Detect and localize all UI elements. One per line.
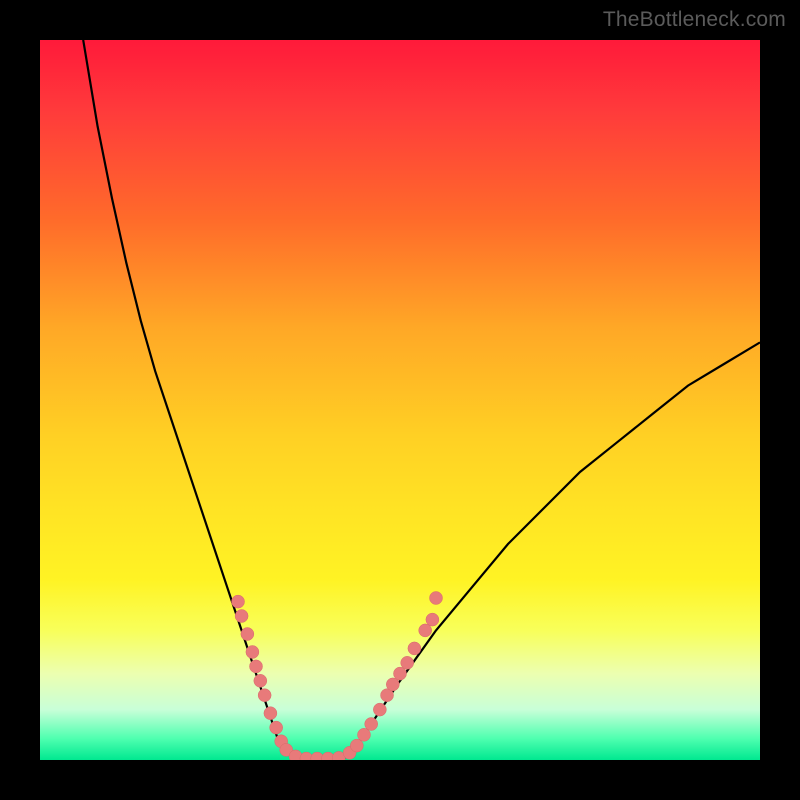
data-point <box>241 628 254 641</box>
data-point <box>254 674 267 687</box>
data-point <box>430 592 443 605</box>
data-point <box>264 707 277 720</box>
data-point <box>246 646 259 659</box>
data-point <box>358 728 371 741</box>
data-point <box>270 721 283 734</box>
chart-container: TheBottleneck.com <box>0 0 800 800</box>
data-point <box>258 689 271 702</box>
data-point <box>419 624 432 637</box>
data-point <box>394 667 407 680</box>
data-point <box>386 678 399 691</box>
data-point <box>232 595 245 608</box>
data-point <box>373 703 386 716</box>
chart-svg <box>40 40 760 760</box>
data-point <box>401 656 414 669</box>
data-point <box>250 660 263 673</box>
plot-area <box>40 40 760 760</box>
scatter-dots <box>232 592 443 761</box>
bottleneck-curve <box>83 40 760 760</box>
data-point <box>408 642 421 655</box>
data-point <box>350 739 363 752</box>
data-point <box>235 610 248 623</box>
watermark-text: TheBottleneck.com <box>603 8 786 32</box>
data-point <box>426 613 439 626</box>
data-point <box>365 718 378 731</box>
